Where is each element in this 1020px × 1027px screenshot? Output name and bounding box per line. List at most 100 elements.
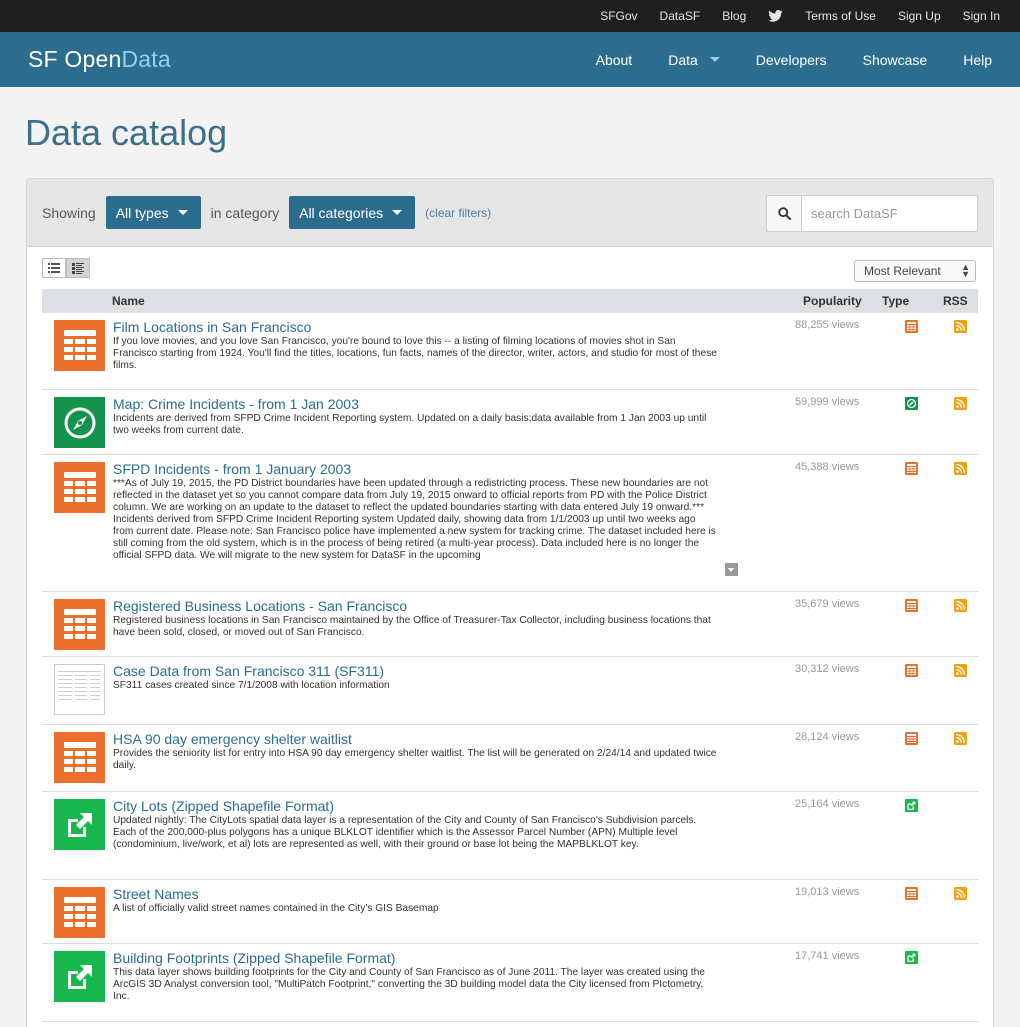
- table-header: Name Popularity Type RSS: [42, 289, 978, 313]
- dataset-description: SF311 cases created since 7/1/2008 with …: [113, 680, 390, 691]
- dataset-title-link[interactable]: HSA 90 day emergency shelter waitlist: [113, 731, 352, 747]
- table-type-icon: [905, 664, 918, 677]
- rss-icon[interactable]: [954, 397, 967, 410]
- table-icon[interactable]: [54, 320, 105, 371]
- blog-link[interactable]: Blog: [722, 9, 746, 23]
- category-filter-dropdown[interactable]: All categories: [289, 196, 416, 229]
- dataset-title-link[interactable]: Street Names: [113, 886, 199, 902]
- table-icon[interactable]: [54, 462, 105, 513]
- category-filter-value: All categories: [299, 204, 384, 221]
- dataset-description: If you love movies, and you love San Fra…: [113, 336, 717, 371]
- list-view-button[interactable]: [42, 258, 66, 278]
- filter-bar: Showing All types in category All catego…: [27, 179, 993, 247]
- page-title: Data catalog: [25, 112, 228, 153]
- table-type-icon: [905, 599, 918, 612]
- chevron-down-icon: [392, 210, 403, 215]
- brand-logo[interactable]: SF OpenData: [28, 46, 171, 73]
- dataset-row: Registered Business Locations - San Fran…: [42, 592, 978, 657]
- catalog-panel: Showing All types in category All catego…: [26, 178, 994, 1027]
- type-filter-value: All types: [115, 204, 169, 221]
- table-type-icon: [905, 887, 918, 900]
- detail-list-icon: [72, 262, 84, 274]
- top-utility-bar: SFGov DataSF Blog Terms of Use Sign Up S…: [0, 0, 1020, 32]
- rss-icon[interactable]: [954, 320, 967, 333]
- dataset-title-link[interactable]: Map: Crime Incidents - from 1 Jan 2003: [113, 396, 359, 412]
- dataset-description: Updated nightly: The CityLots spatial da…: [113, 815, 697, 850]
- category-label: in category: [210, 204, 280, 221]
- dataset-description: A list of officially valid street names …: [113, 903, 439, 914]
- table-icon[interactable]: [54, 599, 105, 650]
- nav-about[interactable]: About: [596, 52, 633, 68]
- sort-select-value: Most Relevant: [864, 264, 941, 278]
- sfgov-link[interactable]: SFGov: [600, 9, 637, 23]
- rss-icon[interactable]: [954, 599, 967, 612]
- select-arrows-icon: ▲ ▼: [961, 262, 970, 279]
- datasf-link[interactable]: DataSF: [660, 9, 701, 23]
- expand-description-icon[interactable]: [725, 563, 738, 576]
- rss-icon[interactable]: [954, 887, 967, 900]
- external-link-icon[interactable]: [54, 799, 105, 850]
- nav-showcase[interactable]: Showcase: [863, 52, 928, 68]
- dataset-view-count: 45,388 views: [795, 461, 860, 473]
- chevron-down-icon: [177, 210, 188, 215]
- dataset-view-count: 88,255 views: [795, 319, 860, 331]
- dataset-view-count: 35,679 views: [795, 598, 860, 610]
- dataset-view-count: 25,164 views: [795, 798, 860, 810]
- sign-in-link[interactable]: Sign In: [963, 9, 1000, 23]
- external-link-icon[interactable]: [54, 951, 105, 1002]
- table-icon[interactable]: [54, 732, 105, 783]
- clear-filters-link[interactable]: (clear filters): [425, 206, 491, 220]
- rss-icon[interactable]: [954, 462, 967, 475]
- dataset-description: Provides the seniority list for entry in…: [113, 748, 717, 771]
- dataset-row: Map: Crime Incidents - from 1 Jan 2003 In…: [42, 390, 978, 455]
- dataset-title-link[interactable]: Registered Business Locations - San Fran…: [113, 598, 407, 614]
- nav-developers[interactable]: Developers: [756, 52, 827, 68]
- sort-select[interactable]: Most Relevant ▲ ▼: [854, 260, 976, 282]
- table-icon[interactable]: [54, 887, 105, 938]
- column-header-popularity[interactable]: Popularity: [803, 294, 862, 308]
- dataset-row: City Lots (Zipped Shapefile Format) Updat…: [42, 792, 978, 880]
- search-icon: [777, 207, 791, 220]
- twitter-icon[interactable]: [768, 10, 783, 22]
- dataset-row: Film Locations in San Francisco If you lo…: [42, 313, 978, 390]
- external-link-type-icon: [905, 951, 918, 964]
- table-type-icon: [905, 732, 918, 745]
- detail-view-button[interactable]: [66, 258, 90, 278]
- dataset-description: ***As of July 19, 2015, the PD District …: [113, 478, 716, 561]
- rss-icon[interactable]: [954, 664, 967, 677]
- dataset-row: Street Names A list of officially valid s…: [42, 880, 978, 944]
- column-header-rss: RSS: [943, 294, 968, 308]
- nav-help[interactable]: Help: [963, 52, 992, 68]
- sign-up-link[interactable]: Sign Up: [898, 9, 941, 23]
- column-header-type[interactable]: Type: [882, 294, 909, 308]
- dataset-title-link[interactable]: SFPD Incidents - from 1 January 2003: [113, 461, 351, 477]
- dataset-description: This data layer shows building footprint…: [113, 967, 705, 1002]
- search-box: search DataSF: [766, 195, 978, 232]
- table-type-icon: [905, 320, 918, 333]
- search-input[interactable]: search DataSF: [801, 195, 978, 232]
- dataset-row: Case Data from San Francisco 311 (SF311)…: [42, 657, 978, 725]
- external-link-type-icon: [905, 799, 918, 812]
- rss-icon[interactable]: [954, 732, 967, 745]
- dataset-title-link[interactable]: Building Footprints (Zipped Shapefile Fo…: [113, 950, 395, 966]
- nav-data[interactable]: Data: [668, 52, 720, 68]
- dataset-view-count: 17,741 views: [795, 950, 860, 962]
- dataset-description: Incidents are derived from SFPD Crime In…: [113, 413, 707, 436]
- dataset-description: Registered business locations in San Fra…: [113, 615, 711, 638]
- column-header-name[interactable]: Name: [112, 294, 145, 308]
- map-type-icon: [905, 397, 918, 410]
- compass-icon[interactable]: [54, 397, 105, 448]
- main-navbar: SF OpenData About Data Developers Showca…: [0, 32, 1020, 87]
- dataset-title-link[interactable]: Case Data from San Francisco 311 (SF311): [113, 663, 384, 679]
- type-filter-dropdown[interactable]: All types: [105, 196, 201, 229]
- dataset-thumbnail[interactable]: [54, 664, 105, 715]
- dataset-row: HSA 90 day emergency shelter waitlist Pro…: [42, 725, 978, 792]
- showing-label: Showing: [42, 204, 96, 221]
- dataset-view-count: 19,013 views: [795, 886, 860, 898]
- dataset-title-link[interactable]: City Lots (Zipped Shapefile Format): [113, 798, 334, 814]
- dataset-view-count: 30,312 views: [795, 663, 860, 675]
- terms-of-use-link[interactable]: Terms of Use: [805, 9, 876, 23]
- dataset-row: Building Footprints (Zipped Shapefile Fo…: [42, 944, 978, 1022]
- dataset-title-link[interactable]: Film Locations in San Francisco: [113, 319, 311, 335]
- search-button[interactable]: [766, 195, 801, 232]
